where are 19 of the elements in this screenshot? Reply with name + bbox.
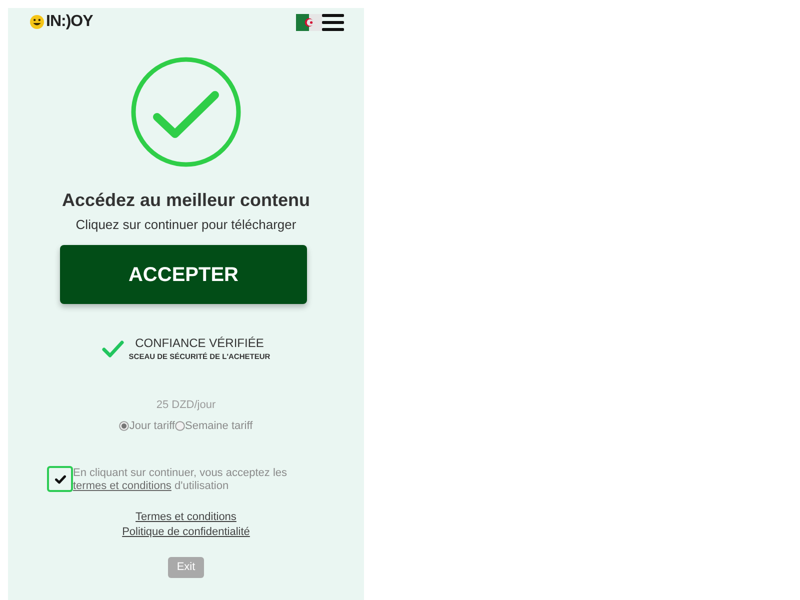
heading: Accédez au meilleur contenu bbox=[62, 189, 310, 212]
checkbox[interactable] bbox=[47, 466, 73, 492]
success-check-icon bbox=[131, 57, 241, 167]
accept-button[interactable]: ACCEPTER bbox=[60, 245, 307, 304]
subheading: Cliquez sur continuer pour télécharger bbox=[76, 216, 296, 234]
price-text: 25 DZD/jour bbox=[156, 398, 216, 412]
check-icon bbox=[102, 340, 124, 358]
consent-text: En cliquant sur continuer, vous acceptez les termes et conditions d'utilisation bbox=[73, 466, 288, 493]
check-icon bbox=[54, 474, 66, 484]
radio-icon[interactable] bbox=[174, 421, 185, 431]
logo-text[interactable]: IN:)OY bbox=[46, 14, 93, 30]
trust-title: CONFIANCE VÉRIFIÉE bbox=[135, 336, 264, 351]
algeria-flag-icon[interactable] bbox=[296, 14, 322, 30]
radio-icon[interactable] bbox=[119, 421, 130, 431]
smiley-icon bbox=[30, 15, 44, 29]
terms-link[interactable]: termes et conditions bbox=[73, 480, 172, 492]
footer-link[interactable]: Politique de confidentialité bbox=[122, 525, 250, 540]
footer-link[interactable]: Termes et conditions bbox=[136, 510, 236, 525]
menu-icon[interactable] bbox=[322, 14, 344, 30]
